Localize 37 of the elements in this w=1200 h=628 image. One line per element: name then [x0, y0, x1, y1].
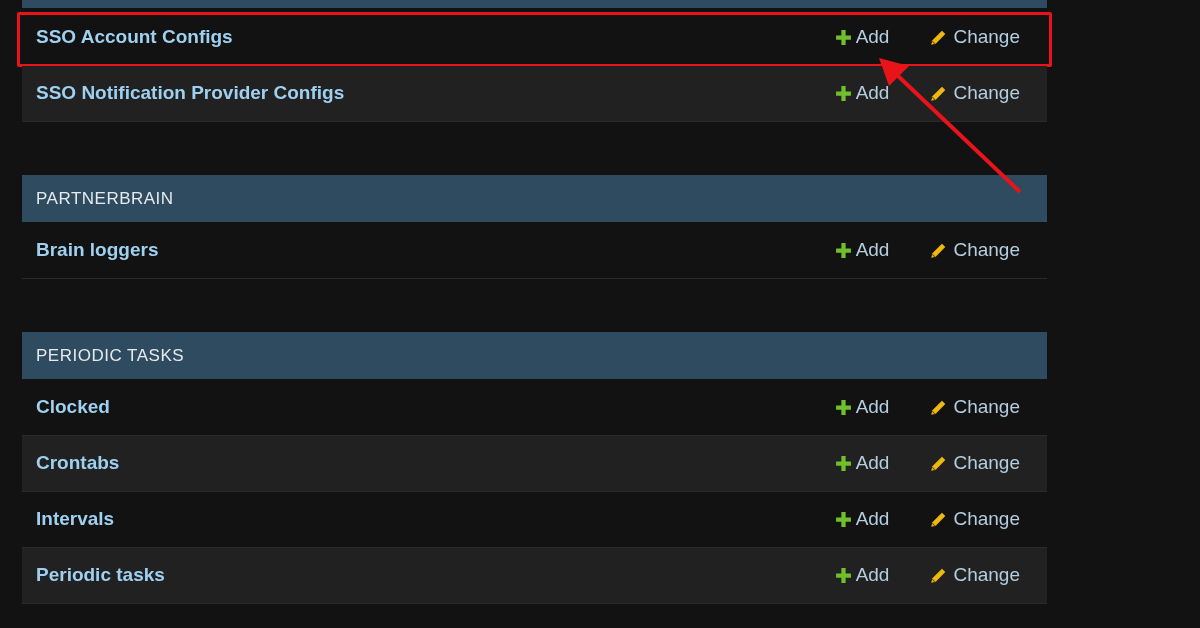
plus-icon [834, 85, 852, 102]
plus-icon [834, 399, 852, 416]
model-link[interactable]: Periodic tasks [36, 561, 165, 590]
add-link[interactable]: Add [834, 561, 890, 590]
model-link[interactable]: Crontabs [36, 449, 120, 478]
add-link[interactable]: Add [834, 505, 890, 534]
section-header: PARTNERBRAIN [22, 175, 1047, 222]
plus-icon [834, 455, 852, 472]
model-link[interactable]: Brain loggers [36, 236, 159, 265]
plus-icon [834, 511, 852, 528]
model-link[interactable]: SSO Account Configs [36, 23, 233, 52]
add-link[interactable]: Add [834, 393, 890, 422]
change-link[interactable]: Change [929, 393, 1020, 422]
pencil-icon [929, 510, 948, 529]
pencil-icon [929, 241, 948, 260]
add-link[interactable]: Add [834, 79, 890, 108]
pencil-icon [929, 454, 948, 473]
change-link[interactable]: Change [929, 23, 1020, 52]
change-link[interactable]: Change [929, 236, 1020, 265]
change-link[interactable]: Change [929, 561, 1020, 590]
model-link[interactable]: SSO Notification Provider Configs [36, 79, 345, 108]
add-link[interactable]: Add [834, 236, 890, 265]
add-link[interactable]: Add [834, 449, 890, 478]
add-link[interactable]: Add [834, 23, 890, 52]
change-link[interactable]: Change [929, 79, 1020, 108]
plus-icon [834, 29, 852, 46]
pencil-icon [929, 28, 948, 47]
pencil-icon [929, 398, 948, 417]
pencil-icon [929, 566, 948, 585]
model-link[interactable]: Intervals [36, 505, 115, 534]
change-link[interactable]: Change [929, 449, 1020, 478]
model-link[interactable]: Clocked [36, 393, 110, 422]
change-link[interactable]: Change [929, 505, 1020, 534]
plus-icon [834, 242, 852, 259]
pencil-icon [929, 84, 948, 103]
plus-icon [834, 567, 852, 584]
section-header: PERIODIC TASKS [22, 332, 1047, 379]
